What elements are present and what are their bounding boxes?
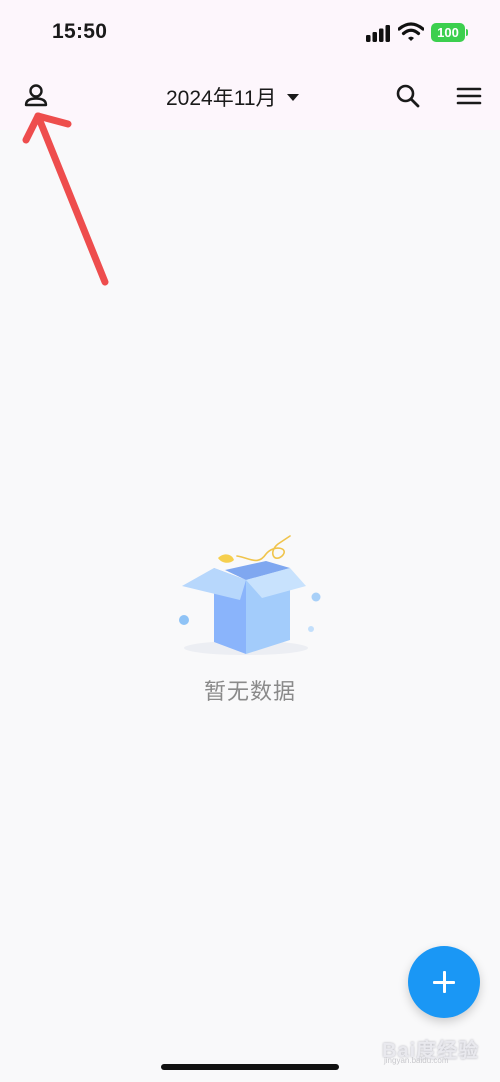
menu-button[interactable] — [451, 78, 487, 114]
plus-icon — [433, 971, 455, 993]
search-button[interactable] — [390, 78, 426, 114]
hamburger-menu-icon — [456, 87, 482, 105]
empty-box-illustration — [179, 535, 321, 655]
cellular-signal-icon — [366, 25, 390, 42]
home-indicator[interactable] — [161, 1064, 339, 1070]
watermark: Bai度经验 jingyan.baidu.com — [382, 1028, 500, 1068]
battery-tip — [466, 29, 468, 36]
battery-level: 100 — [437, 25, 459, 40]
add-button[interactable] — [408, 946, 480, 1018]
battery-icon: 100 — [431, 23, 465, 42]
wifi-icon — [398, 22, 424, 41]
annotation-arrow — [22, 112, 109, 286]
month-label: 2024年11月 — [166, 87, 277, 110]
caret-down-icon — [286, 93, 299, 101]
watermark-subtext: jingyan.baidu.com — [384, 1056, 449, 1065]
empty-state-message: 暂无数据 — [203, 679, 296, 704]
month-selector[interactable]: 2024年11月 — [166, 80, 299, 114]
search-icon — [396, 84, 420, 108]
